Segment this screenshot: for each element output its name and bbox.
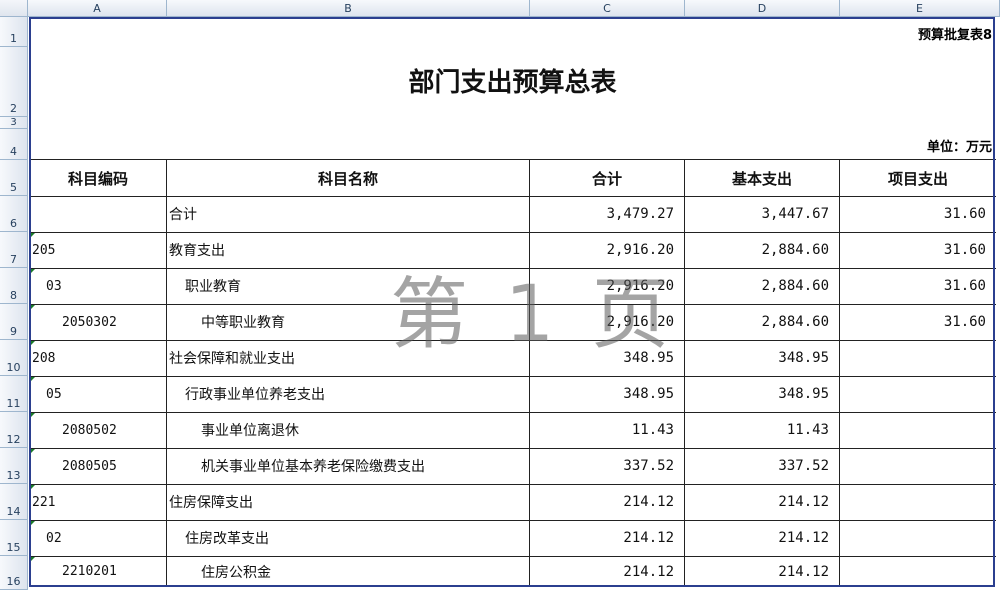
cell-project[interactable] (840, 340, 996, 376)
row-header-4[interactable]: 4 (0, 129, 28, 160)
cell-basic[interactable]: 2,884.60 (685, 304, 839, 340)
cell-total[interactable]: 214.12 (530, 556, 684, 587)
row-header-13[interactable]: 13 (0, 448, 28, 484)
cell-total[interactable]: 11.43 (530, 412, 684, 448)
row-header-9[interactable]: 9 (0, 304, 28, 340)
header-name[interactable]: 科目名称 (167, 160, 529, 196)
cell-name[interactable]: 中等职业教育 (167, 304, 529, 340)
cell-basic[interactable]: 2,884.60 (685, 268, 839, 304)
cell-name[interactable]: 事业单位离退休 (167, 412, 529, 448)
spreadsheet: A B C D E 1 2 3 4 5 6 7 8 9 10 11 12 13 … (0, 0, 1000, 590)
cell-project[interactable]: 31.60 (840, 196, 996, 232)
cell-name[interactable]: 住房改革支出 (167, 520, 529, 556)
cell-total[interactable]: 348.95 (530, 376, 684, 412)
cell-name[interactable]: 住房保障支出 (167, 484, 529, 520)
cell-project[interactable] (840, 412, 996, 448)
row-header-6[interactable]: 6 (0, 196, 28, 232)
cell-code[interactable] (30, 196, 166, 232)
cell-code[interactable]: 03 (30, 268, 166, 304)
row-header-15[interactable]: 15 (0, 520, 28, 556)
select-all-corner[interactable] (0, 0, 28, 17)
cell-code[interactable]: 2080502 (30, 412, 166, 448)
column-header-c[interactable]: C (530, 0, 685, 17)
cell-name[interactable]: 机关事业单位基本养老保险缴费支出 (167, 448, 529, 484)
header-project[interactable]: 项目支出 (840, 160, 996, 196)
row-header-14[interactable]: 14 (0, 484, 28, 520)
cell-code[interactable]: 208 (30, 340, 166, 376)
cell-total[interactable]: 2,916.20 (530, 232, 684, 268)
row-header-2[interactable]: 2 (0, 47, 28, 117)
cell-total[interactable]: 337.52 (530, 448, 684, 484)
cell-name[interactable]: 教育支出 (167, 232, 529, 268)
cell-total[interactable]: 214.12 (530, 520, 684, 556)
row-header-5[interactable]: 5 (0, 160, 28, 196)
column-header-e[interactable]: E (840, 0, 1000, 17)
cell-total[interactable]: 348.95 (530, 340, 684, 376)
cell-name[interactable]: 职业教育 (167, 268, 529, 304)
cell-total[interactable]: 214.12 (530, 484, 684, 520)
cell-basic[interactable]: 11.43 (685, 412, 839, 448)
cell-code[interactable]: 221 (30, 484, 166, 520)
column-header-b[interactable]: B (167, 0, 530, 17)
row-header-16[interactable]: 16 (0, 556, 28, 590)
cell-basic[interactable]: 214.12 (685, 556, 839, 587)
row-header-11[interactable]: 11 (0, 376, 28, 412)
cell-project[interactable] (840, 448, 996, 484)
cell-project[interactable] (840, 520, 996, 556)
cell-basic[interactable]: 337.52 (685, 448, 839, 484)
cell-name[interactable]: 住房公积金 (167, 556, 529, 587)
cell-basic[interactable]: 214.12 (685, 484, 839, 520)
column-header-a[interactable]: A (28, 0, 167, 17)
cell-code[interactable]: 205 (30, 232, 166, 268)
cell-name[interactable]: 行政事业单位养老支出 (167, 376, 529, 412)
cell-total[interactable]: 2,916.20 (530, 304, 684, 340)
row-header-3[interactable]: 3 (0, 117, 28, 129)
cell-basic[interactable]: 348.95 (685, 376, 839, 412)
cell-basic[interactable]: 348.95 (685, 340, 839, 376)
cell-code[interactable]: 2210201 (30, 556, 166, 587)
row-header-10[interactable]: 10 (0, 340, 28, 376)
header-basic[interactable]: 基本支出 (685, 160, 839, 196)
cell-name[interactable]: 社会保障和就业支出 (167, 340, 529, 376)
row-header-1[interactable]: 1 (0, 17, 28, 47)
cell-total[interactable]: 3,479.27 (530, 196, 684, 232)
cell-code[interactable]: 05 (30, 376, 166, 412)
row-header-12[interactable]: 12 (0, 412, 28, 448)
cell-total[interactable]: 2,916.20 (530, 268, 684, 304)
cell-name[interactable]: 合计 (167, 196, 529, 232)
cell-project[interactable] (840, 556, 996, 587)
row-header-8[interactable]: 8 (0, 268, 28, 304)
cell-basic[interactable]: 2,884.60 (685, 232, 839, 268)
cell-project[interactable]: 31.60 (840, 304, 996, 340)
cell-project[interactable]: 31.60 (840, 232, 996, 268)
cell-project[interactable] (840, 376, 996, 412)
cell-code[interactable]: 2080505 (30, 448, 166, 484)
cell-code[interactable]: 02 (30, 520, 166, 556)
cell-basic[interactable]: 3,447.67 (685, 196, 839, 232)
column-header-d[interactable]: D (685, 0, 840, 17)
cell-code[interactable]: 2050302 (30, 304, 166, 340)
cell-project[interactable]: 31.60 (840, 268, 996, 304)
cell-basic[interactable]: 214.12 (685, 520, 839, 556)
table-reference-label: 预算批复表8 (917, 28, 992, 43)
row-header-7[interactable]: 7 (0, 232, 28, 268)
unit-label: 单位：万元 (926, 140, 992, 155)
header-total[interactable]: 合计 (530, 160, 684, 196)
header-code[interactable]: 科目编码 (30, 160, 166, 196)
page-title: 部门支出预算总表 (408, 68, 617, 98)
cell-project[interactable] (840, 484, 996, 520)
